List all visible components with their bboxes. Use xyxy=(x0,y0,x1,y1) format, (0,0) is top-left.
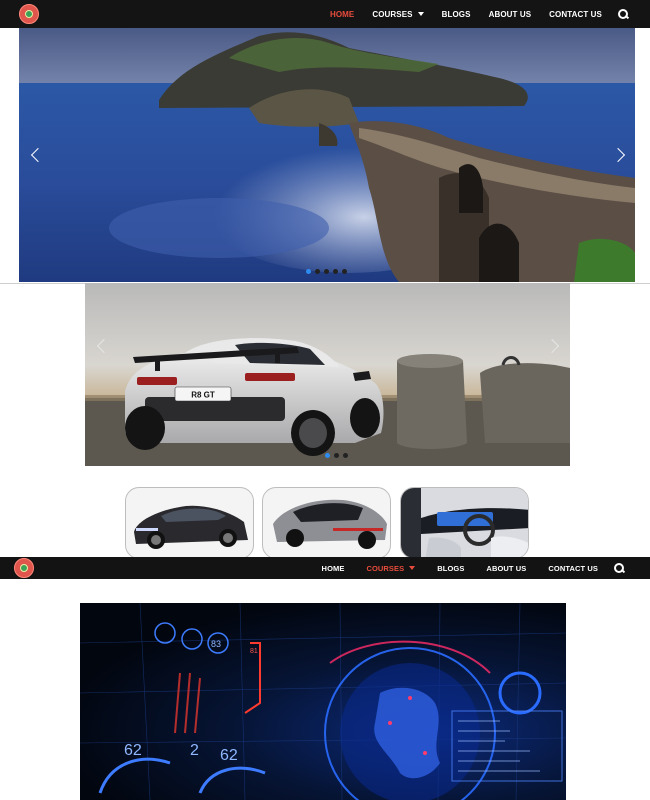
hud-number: 62 xyxy=(124,742,142,759)
nav-item-home[interactable]: HOME xyxy=(322,564,345,573)
chevron-down-icon xyxy=(417,12,424,16)
hud-number: 62 xyxy=(220,747,238,764)
site-logo-icon[interactable] xyxy=(19,4,39,24)
hud-number: 83 xyxy=(211,639,221,649)
nav-item-blogs[interactable]: BLOGS xyxy=(442,10,471,19)
hud-number: 81 xyxy=(250,648,258,655)
slider-dots xyxy=(306,269,347,274)
coast-image xyxy=(19,28,635,282)
hero-slider-coast xyxy=(19,28,635,282)
slider-dot[interactable] xyxy=(306,269,311,274)
nav-item-courses[interactable]: COURSES xyxy=(372,10,424,19)
license-plate: R8 GT xyxy=(191,391,215,400)
nav-item-about[interactable]: ABOUT US xyxy=(489,10,532,19)
slider-dot[interactable] xyxy=(343,453,348,458)
slider-dots xyxy=(325,453,348,458)
sticky-navbar: HOME COURSES BLOGS ABOUT US CONTACT US xyxy=(0,557,650,579)
slider-dot[interactable] xyxy=(333,269,338,274)
slider-dot[interactable] xyxy=(315,269,320,274)
chevron-down-icon xyxy=(409,566,416,570)
hud-number: 2 xyxy=(190,742,199,759)
nav-item-blogs[interactable]: BLOGS xyxy=(437,564,464,573)
sticky-menu: HOME COURSES BLOGS ABOUT US CONTACT US xyxy=(300,557,624,579)
slider-dot[interactable] xyxy=(324,269,329,274)
tech-hud-image: 62 2 62 83 81 xyxy=(80,603,566,800)
hero-slider-car: R8 GT xyxy=(85,283,570,466)
top-navbar: HOME COURSES BLOGS ABOUT US CONTACT US xyxy=(0,0,650,28)
slider-dot[interactable] xyxy=(342,269,347,274)
slider-dot[interactable] xyxy=(334,453,339,458)
slider-dot[interactable] xyxy=(325,453,330,458)
search-icon[interactable] xyxy=(618,9,628,19)
car-image: R8 GT xyxy=(85,338,570,466)
nav-item-about[interactable]: ABOUT US xyxy=(486,564,526,573)
thumbnail-black-sedan[interactable] xyxy=(125,487,254,559)
site-logo-icon[interactable] xyxy=(14,558,34,578)
top-menu: HOME COURSES BLOGS ABOUT US CONTACT US xyxy=(312,0,628,28)
nav-item-home[interactable]: HOME xyxy=(330,10,354,19)
thumbnail-grey-sedan[interactable] xyxy=(262,487,391,559)
nav-item-courses[interactable]: COURSES xyxy=(366,564,416,573)
hero-tech-image: 62 2 62 83 81 xyxy=(80,603,566,800)
nav-item-contact[interactable]: CONTACT US xyxy=(548,564,598,573)
search-icon[interactable] xyxy=(614,563,624,573)
thumbnail-car-interior[interactable] xyxy=(400,487,529,559)
nav-item-contact[interactable]: CONTACT US xyxy=(549,10,602,19)
